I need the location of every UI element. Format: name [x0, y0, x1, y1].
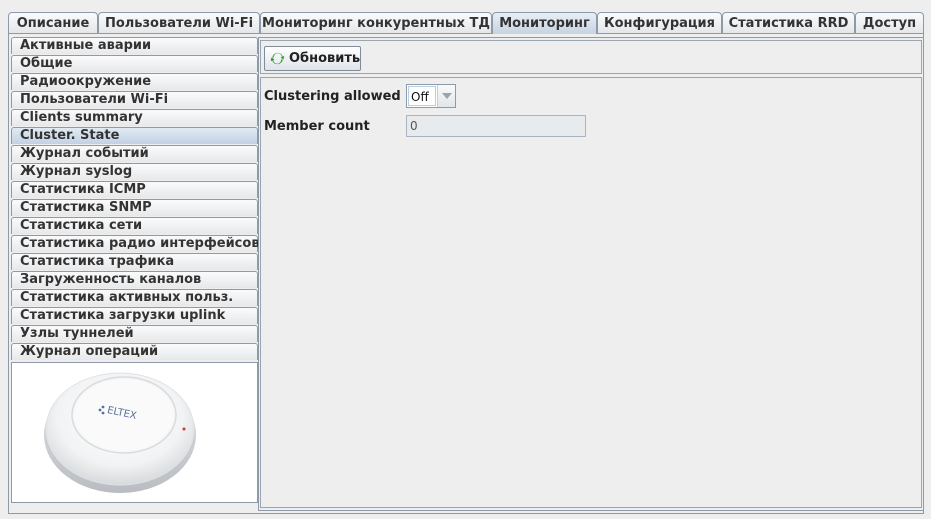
tab-wifi-users[interactable]: Пользователи Wi-Fi	[98, 12, 260, 33]
side-item-network-stats[interactable]: Статистика сети	[11, 217, 258, 234]
cluster-state-form	[260, 77, 922, 508]
tab-description[interactable]: Описание	[8, 12, 98, 33]
side-item-uplink-load-stats[interactable]: Статистика загрузки uplink	[11, 307, 258, 324]
side-item-active-users-stats[interactable]: Статистика активных польз.	[11, 289, 258, 306]
refresh-button[interactable]: Обновить	[264, 46, 361, 71]
refresh-button-label: Обновить	[289, 51, 361, 66]
side-item-traffic-stats[interactable]: Статистика трафика	[11, 253, 258, 270]
tab-configuration[interactable]: Конфигурация	[597, 12, 722, 33]
side-item-event-log[interactable]: Журнал событий	[11, 145, 258, 162]
side-item-syslog[interactable]: Журнал syslog	[11, 163, 258, 180]
clustering-allowed-label: Clustering allowed	[264, 89, 401, 104]
top-tab-bar: Описание Пользователи Wi-Fi Мониторинг к…	[8, 12, 924, 34]
access-point-image: ELTEX	[44, 372, 196, 493]
tab-monitoring[interactable]: Мониторинг	[492, 12, 597, 34]
side-menu: Активные аварии Общие Радиоокружение Пол…	[11, 37, 260, 510]
side-item-radio-interface-stats[interactable]: Статистика радио интерфейсов	[11, 235, 260, 252]
chevron-down-icon[interactable]	[437, 85, 455, 107]
side-menu-bottom-border	[11, 502, 258, 503]
side-item-snmp-stats[interactable]: Статистика SNMP	[11, 199, 258, 216]
side-item-clients-summary[interactable]: Clients summary	[11, 109, 258, 126]
tab-access[interactable]: Доступ	[855, 12, 924, 33]
side-item-wifi-users[interactable]: Пользователи Wi-Fi	[11, 91, 258, 108]
tab-competitor-ap-monitoring[interactable]: Мониторинг конкурентных ТД	[260, 12, 492, 33]
side-item-active-alarms[interactable]: Активные аварии	[11, 37, 258, 54]
side-item-channel-load[interactable]: Загруженность каналов	[11, 271, 258, 288]
side-item-tunnel-nodes[interactable]: Узлы туннелей	[11, 325, 258, 342]
refresh-icon	[270, 52, 285, 65]
tab-rrd-statistics[interactable]: Статистика RRD	[722, 12, 855, 33]
device-image-panel: ELTEX	[11, 362, 258, 502]
side-item-cluster-state[interactable]: Cluster. State	[11, 127, 258, 144]
side-item-general[interactable]: Общие	[11, 55, 258, 72]
member-count-label: Member count	[264, 119, 370, 134]
member-count-field: 0	[406, 115, 586, 137]
side-item-icmp-stats[interactable]: Статистика ICMP	[11, 181, 258, 198]
clustering-allowed-value: Off	[408, 86, 436, 106]
side-item-operations-log[interactable]: Журнал операций	[11, 343, 258, 360]
clustering-allowed-select[interactable]: Off	[406, 84, 456, 108]
side-item-radio-environment[interactable]: Радиоокружение	[11, 73, 258, 90]
